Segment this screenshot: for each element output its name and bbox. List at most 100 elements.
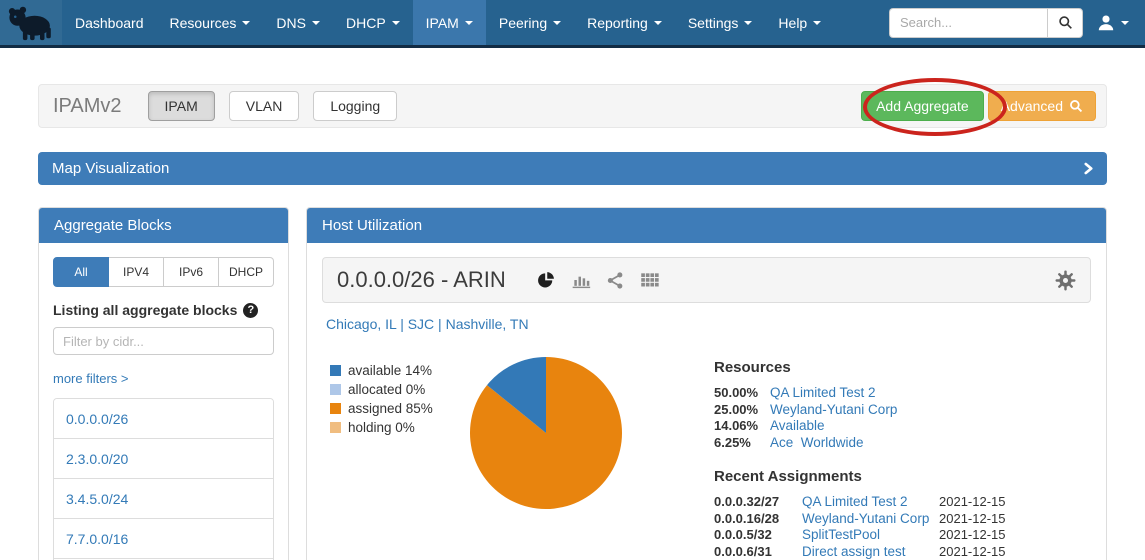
aggregate-blocks-panel: Aggregate Blocks AllIPV4IPv6DHCP Listing…	[38, 207, 289, 560]
caret-down-icon	[392, 21, 400, 25]
pie-legend: available 14%allocated 0%assigned 85%hol…	[330, 357, 470, 437]
legend-item-assigned: assigned 85%	[330, 399, 470, 418]
user-icon	[1097, 14, 1115, 32]
resources-heading: Resources	[714, 359, 1019, 376]
nav-item-label: Settings	[688, 15, 739, 31]
nav-item-dns[interactable]: DNS	[263, 0, 333, 45]
grid-view-button[interactable]	[640, 270, 660, 290]
legend-swatch-assigned	[330, 403, 341, 414]
agg-tab-ipv4[interactable]: IPV4	[109, 257, 164, 287]
resources-list: 50.00%QA Limited Test 225.00%Weyland-Yut…	[714, 385, 1019, 451]
assignment-date: 2021-12-15	[939, 544, 1019, 560]
caret-down-icon	[553, 21, 561, 25]
nav-item-peering[interactable]: Peering	[486, 0, 574, 45]
resource-link[interactable]: Ace Worldwide	[770, 435, 864, 452]
resource-percent: 50.00%	[714, 385, 770, 402]
global-search	[889, 8, 1083, 38]
chevron-right-icon	[1084, 162, 1093, 175]
assignment-link[interactable]: Direct assign test	[802, 544, 939, 560]
advanced-search-button[interactable]: Advanced	[988, 91, 1096, 121]
resource-link[interactable]: QA Limited Test 2	[770, 385, 876, 402]
aggregate-block-item[interactable]: 2.3.0.0/20	[54, 439, 273, 479]
cidr-filter-input[interactable]	[53, 327, 274, 355]
user-menu[interactable]	[1097, 14, 1129, 32]
nav-item-dashboard[interactable]: Dashboard	[62, 0, 157, 45]
legend-label: available 14%	[348, 361, 432, 380]
nav-item-help[interactable]: Help	[765, 0, 834, 45]
settings-button[interactable]	[1055, 270, 1076, 291]
bar-chart-view-button[interactable]	[571, 270, 591, 290]
legend-label: allocated 0%	[348, 380, 425, 399]
assignment-cidr: 0.0.0.6/31	[714, 544, 802, 560]
nav-item-label: Reporting	[587, 15, 648, 31]
nav-item-reporting[interactable]: Reporting	[574, 0, 675, 45]
view-tab-vlan[interactable]: VLAN	[229, 91, 300, 121]
search-button[interactable]	[1047, 8, 1083, 38]
map-visualization-bar[interactable]: Map Visualization	[38, 152, 1107, 185]
legend-item-holding: holding 0%	[330, 418, 470, 437]
assignment-row: 0.0.0.5/32SplitTestPool2021-12-15	[714, 527, 1019, 544]
search-input[interactable]	[889, 8, 1047, 38]
view-tab-ipam[interactable]: IPAM	[148, 91, 215, 121]
nav-item-settings[interactable]: Settings	[675, 0, 766, 45]
resource-link[interactable]: Weyland-Yutani Corp	[770, 402, 897, 419]
panda-logo[interactable]	[0, 0, 62, 45]
resource-row: 6.25%Ace Worldwide	[714, 435, 1019, 452]
panda-logo-icon	[4, 3, 58, 43]
pie-chart-view-button[interactable]	[536, 270, 556, 290]
search-icon	[1069, 99, 1083, 113]
assignment-cidr: 0.0.0.32/27	[714, 494, 802, 511]
pie-chart-icon	[536, 270, 556, 290]
nav-item-label: Resources	[170, 15, 237, 31]
utilization-toolbar: 0.0.0.0/26 - ARIN	[322, 257, 1091, 303]
view-switcher	[536, 270, 660, 290]
location-links[interactable]: Chicago, IL | SJC | Nashville, TN	[326, 316, 1091, 332]
view-tabs: IPAM VLAN Logging	[148, 91, 412, 121]
add-aggregate-button[interactable]: Add Aggregate	[861, 91, 984, 121]
nav-item-label: Peering	[499, 15, 547, 31]
caret-down-icon	[465, 21, 473, 25]
recent-assignments-heading: Recent Assignments	[714, 468, 1019, 485]
top-navbar: Dashboard Resources DNS DHCP IPAM Peering Repo…	[0, 0, 1145, 48]
ipam-header-strip: IPAMv2 IPAM VLAN Logging Add Aggregate Adv…	[38, 84, 1107, 128]
more-filters-link[interactable]: more filters >	[53, 371, 274, 386]
share-view-button[interactable]	[606, 271, 625, 290]
main-menu: Dashboard Resources DNS DHCP IPAM Peering Repo…	[62, 0, 834, 45]
resource-row: 14.06%Available	[714, 418, 1019, 435]
nav-item-dhcp[interactable]: DHCP	[333, 0, 413, 45]
assignment-link[interactable]: Weyland-Yutani Corp	[802, 511, 939, 528]
utilization-stats: Resources 50.00%QA Limited Test 225.00%W…	[714, 357, 1019, 560]
aggregate-block-item[interactable]: 3.4.5.0/24	[54, 479, 273, 519]
agg-tab-all[interactable]: All	[53, 257, 109, 287]
nav-item-label: DHCP	[346, 15, 386, 31]
assignment-link[interactable]: QA Limited Test 2	[802, 494, 939, 511]
aggregate-block-item[interactable]: 0.0.0.0/26	[54, 399, 273, 439]
caret-down-icon	[654, 21, 662, 25]
agg-tab-dhcp[interactable]: DHCP	[219, 257, 274, 287]
assignment-link[interactable]: SplitTestPool	[802, 527, 939, 544]
map-visualization-title: Map Visualization	[52, 160, 169, 177]
assignment-date: 2021-12-15	[939, 511, 1019, 528]
bar-chart-icon	[571, 270, 591, 290]
nav-item-label: DNS	[276, 15, 306, 31]
resource-percent: 6.25%	[714, 435, 770, 452]
resource-row: 25.00%Weyland-Yutani Corp	[714, 402, 1019, 419]
resource-link[interactable]: Available	[770, 418, 825, 435]
help-icon[interactable]	[243, 303, 258, 318]
nav-item-resources[interactable]: Resources	[157, 0, 264, 45]
aggregate-block-item[interactable]: 7.7.0.0/16	[54, 519, 273, 559]
assignment-row: 0.0.0.16/28Weyland-Yutani Corp2021-12-15	[714, 511, 1019, 528]
agg-tab-ipv6[interactable]: IPv6	[164, 257, 219, 287]
assignment-cidr: 0.0.0.16/28	[714, 511, 802, 528]
share-icon	[606, 271, 625, 290]
navbar-right	[889, 0, 1145, 45]
view-tab-logging[interactable]: Logging	[313, 91, 397, 121]
nav-item-ipam[interactable]: IPAM	[413, 0, 486, 45]
legend-swatch-available	[330, 365, 341, 376]
nav-item-label: Help	[778, 15, 807, 31]
page-title: IPAMv2	[53, 95, 122, 118]
assignment-date: 2021-12-15	[939, 527, 1019, 544]
caret-down-icon	[744, 21, 752, 25]
listing-label-row: Listing all aggregate blocks	[53, 302, 274, 318]
legend-label: assigned 85%	[348, 399, 433, 418]
